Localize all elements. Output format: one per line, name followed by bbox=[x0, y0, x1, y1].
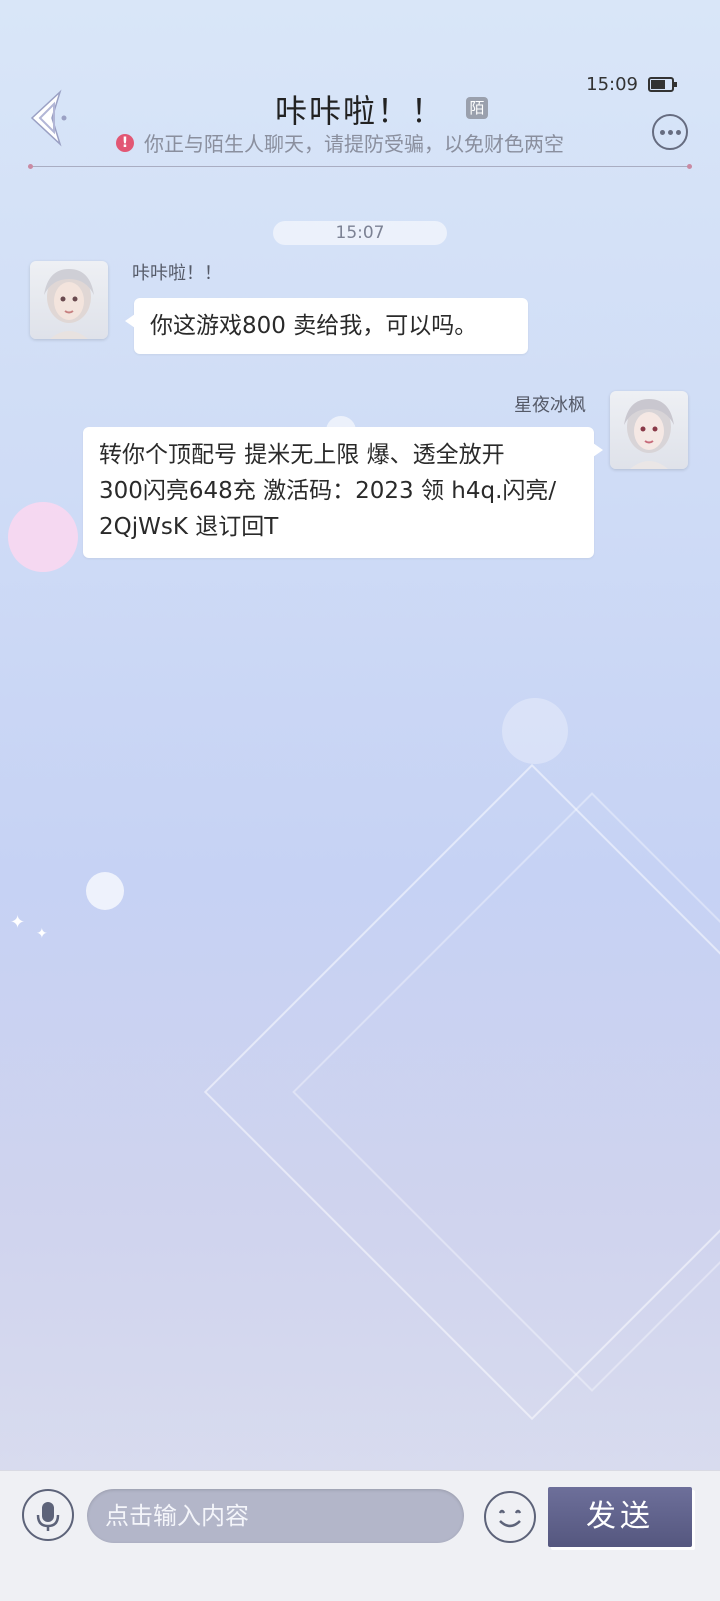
send-button[interactable]: 发送 bbox=[548, 1487, 692, 1547]
more-icon bbox=[659, 129, 665, 135]
message-bubble[interactable]: 转你个顶配号 提米无上限 爆、透全放开 300闪亮648充 激活码：2023 领… bbox=[83, 427, 603, 558]
warning-text: 你正与陌生人聊天，请提防受骗，以免财色两空 bbox=[144, 132, 564, 156]
stranger-warning: ! 你正与陌生人聊天，请提防受骗，以免财色两空 bbox=[116, 128, 564, 157]
sender-name: 星夜冰枫 bbox=[514, 395, 586, 416]
emoji-button[interactable] bbox=[484, 1491, 536, 1543]
message-bubble[interactable]: 你这游戏800 卖给我，可以吗。 bbox=[125, 298, 528, 354]
chat-title: 咔咔啦！！ bbox=[274, 92, 445, 130]
avatar-self[interactable] bbox=[610, 391, 688, 469]
avatar-icon bbox=[44, 269, 94, 339]
header-divider bbox=[28, 164, 692, 169]
voice-button[interactable] bbox=[22, 1489, 74, 1541]
message-timestamp: 15:07 bbox=[273, 221, 447, 245]
message-text: 转你个顶配号 提米无上限 爆、透全放开 300闪亮648充 激活码：2023 领… bbox=[99, 442, 557, 540]
avatar-other[interactable] bbox=[30, 261, 108, 339]
stranger-badge: 陌 bbox=[466, 97, 488, 119]
more-button[interactable] bbox=[652, 114, 688, 150]
sender-name: 咔咔啦！！ bbox=[132, 263, 222, 284]
emoji-icon bbox=[498, 1509, 522, 1528]
message-input[interactable] bbox=[87, 1489, 464, 1543]
avatar-icon bbox=[624, 399, 674, 469]
input-bar: 发送 bbox=[0, 1470, 720, 1601]
warning-icon: ! bbox=[116, 133, 134, 152]
microphone-icon bbox=[36, 1502, 60, 1531]
message-text: 你这游戏800 卖给我，可以吗。 bbox=[150, 313, 478, 339]
